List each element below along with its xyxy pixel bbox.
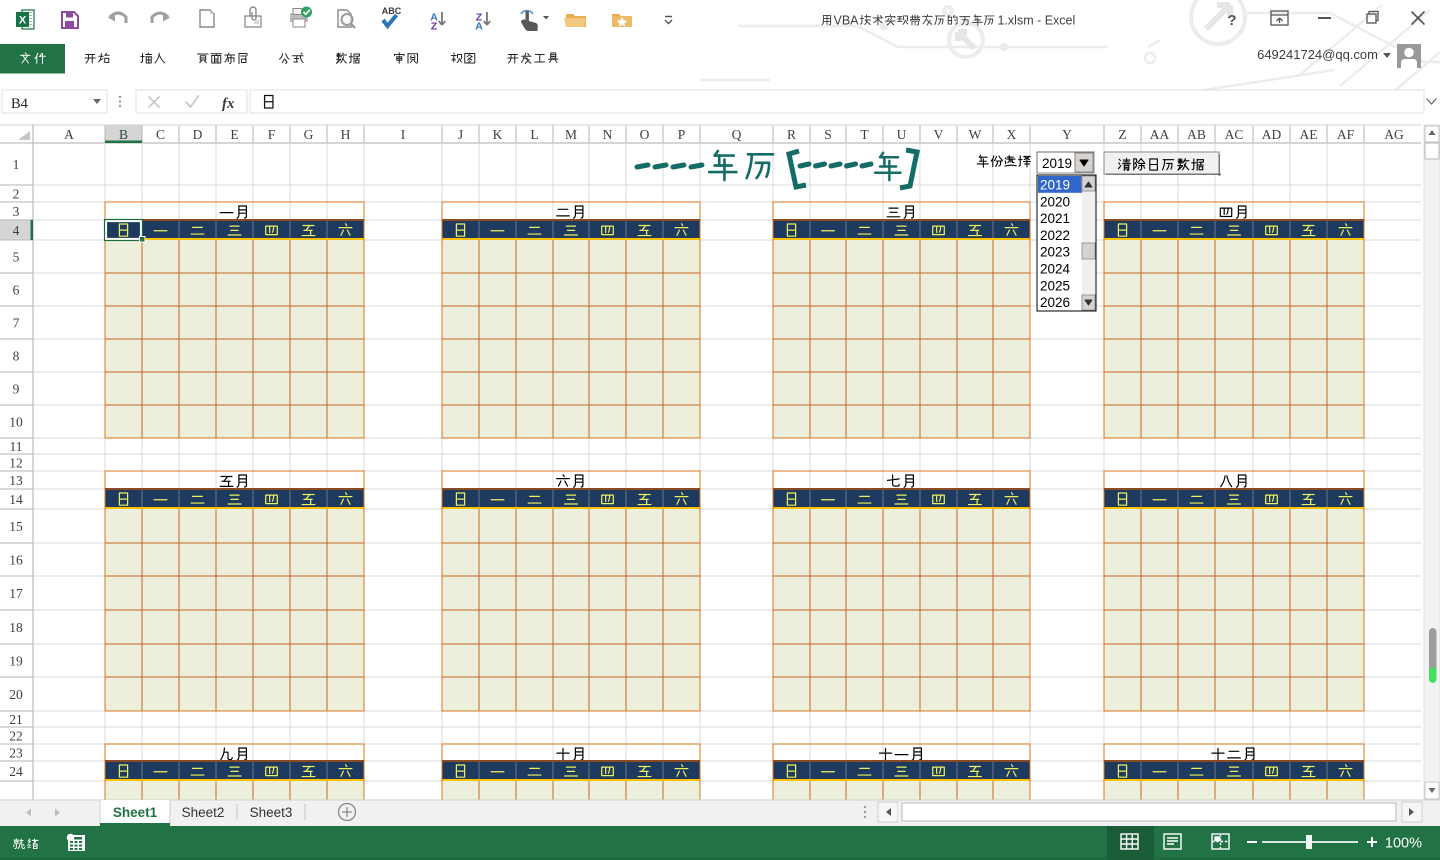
svg-text:F: F [268, 127, 276, 142]
svg-text:16: 16 [9, 552, 23, 567]
svg-text:22: 22 [9, 728, 23, 743]
svg-text:3: 3 [13, 204, 20, 219]
svg-text:Y: Y [1062, 127, 1072, 142]
svg-text:Z: Z [1118, 127, 1126, 142]
svg-text:2021: 2021 [1040, 211, 1070, 226]
svg-text:2023: 2023 [1040, 245, 1070, 260]
svg-text:14: 14 [9, 492, 23, 507]
svg-text:B4: B4 [11, 96, 29, 112]
svg-text:AE: AE [1300, 127, 1318, 142]
svg-text:?: ? [1227, 12, 1236, 29]
svg-text:2020: 2020 [1040, 194, 1070, 209]
svg-text:ABC: ABC [382, 6, 402, 16]
svg-text:T: T [860, 127, 869, 142]
svg-text:AB: AB [1187, 127, 1206, 142]
svg-text:J: J [458, 127, 463, 142]
svg-text:11: 11 [10, 439, 23, 454]
svg-text:M: M [565, 127, 577, 142]
svg-text:8: 8 [13, 348, 20, 363]
svg-text:18: 18 [9, 620, 23, 635]
svg-text:6: 6 [13, 282, 20, 297]
svg-text:N: N [603, 127, 613, 142]
svg-text:L: L [530, 127, 538, 142]
svg-text:Q: Q [732, 127, 742, 142]
svg-text:9: 9 [13, 381, 20, 396]
svg-text:1: 1 [13, 157, 20, 172]
svg-text:12: 12 [9, 455, 23, 470]
svg-text:K: K [493, 127, 503, 142]
svg-text:2019: 2019 [1042, 156, 1072, 171]
svg-text:A: A [64, 127, 74, 142]
svg-text:X: X [19, 15, 27, 27]
svg-text:U: U [897, 127, 907, 142]
svg-text:X: X [1007, 127, 1017, 142]
svg-text:Z: Z [431, 21, 438, 33]
svg-text:R: R [787, 127, 796, 142]
svg-text:13: 13 [9, 473, 23, 488]
svg-text:20: 20 [9, 687, 23, 702]
svg-text:15: 15 [9, 519, 23, 534]
svg-text:H: H [341, 127, 351, 142]
svg-text:7: 7 [13, 315, 20, 330]
svg-text:V: V [934, 127, 944, 142]
svg-text:O: O [640, 127, 650, 142]
svg-text:AC: AC [1225, 127, 1244, 142]
svg-text:A: A [475, 21, 483, 33]
svg-text:Sheet3: Sheet3 [250, 805, 293, 820]
svg-text:649241724@qq.com: 649241724@qq.com [1257, 47, 1378, 62]
svg-text:2024: 2024 [1040, 262, 1071, 277]
svg-text:AF: AF [1337, 127, 1355, 142]
svg-text:VBA: VBA [834, 14, 860, 28]
svg-text:C: C [156, 127, 165, 142]
svg-text:AD: AD [1262, 127, 1282, 142]
svg-text:I: I [401, 127, 406, 142]
svg-text:2022: 2022 [1040, 228, 1070, 243]
svg-text:100%: 100% [1385, 836, 1422, 852]
svg-text:21: 21 [9, 712, 23, 727]
svg-text:fx: fx [222, 96, 235, 112]
svg-text:B: B [119, 127, 128, 142]
svg-text:5: 5 [13, 249, 20, 264]
svg-text:17: 17 [9, 586, 23, 601]
svg-text:Sheet1: Sheet1 [113, 805, 158, 820]
svg-text:4: 4 [13, 223, 20, 238]
svg-text:2019: 2019 [1040, 178, 1070, 193]
svg-text:19: 19 [9, 653, 23, 668]
svg-text:D: D [193, 127, 203, 142]
svg-text:AG: AG [1384, 127, 1404, 142]
svg-text:10: 10 [9, 414, 23, 429]
svg-text:1.xlsm - Excel: 1.xlsm - Excel [998, 14, 1076, 28]
svg-text:E: E [230, 127, 238, 142]
svg-text:P: P [678, 127, 686, 142]
svg-text:2025: 2025 [1040, 278, 1070, 293]
svg-text:W: W [969, 127, 982, 142]
svg-text:23: 23 [9, 745, 23, 760]
svg-text:2: 2 [13, 186, 20, 201]
svg-text:S: S [824, 127, 832, 142]
svg-text:2026: 2026 [1040, 295, 1070, 310]
svg-text:G: G [304, 127, 314, 142]
svg-text:AA: AA [1150, 127, 1170, 142]
svg-text:24: 24 [9, 764, 23, 779]
svg-text:Sheet2: Sheet2 [182, 805, 225, 820]
